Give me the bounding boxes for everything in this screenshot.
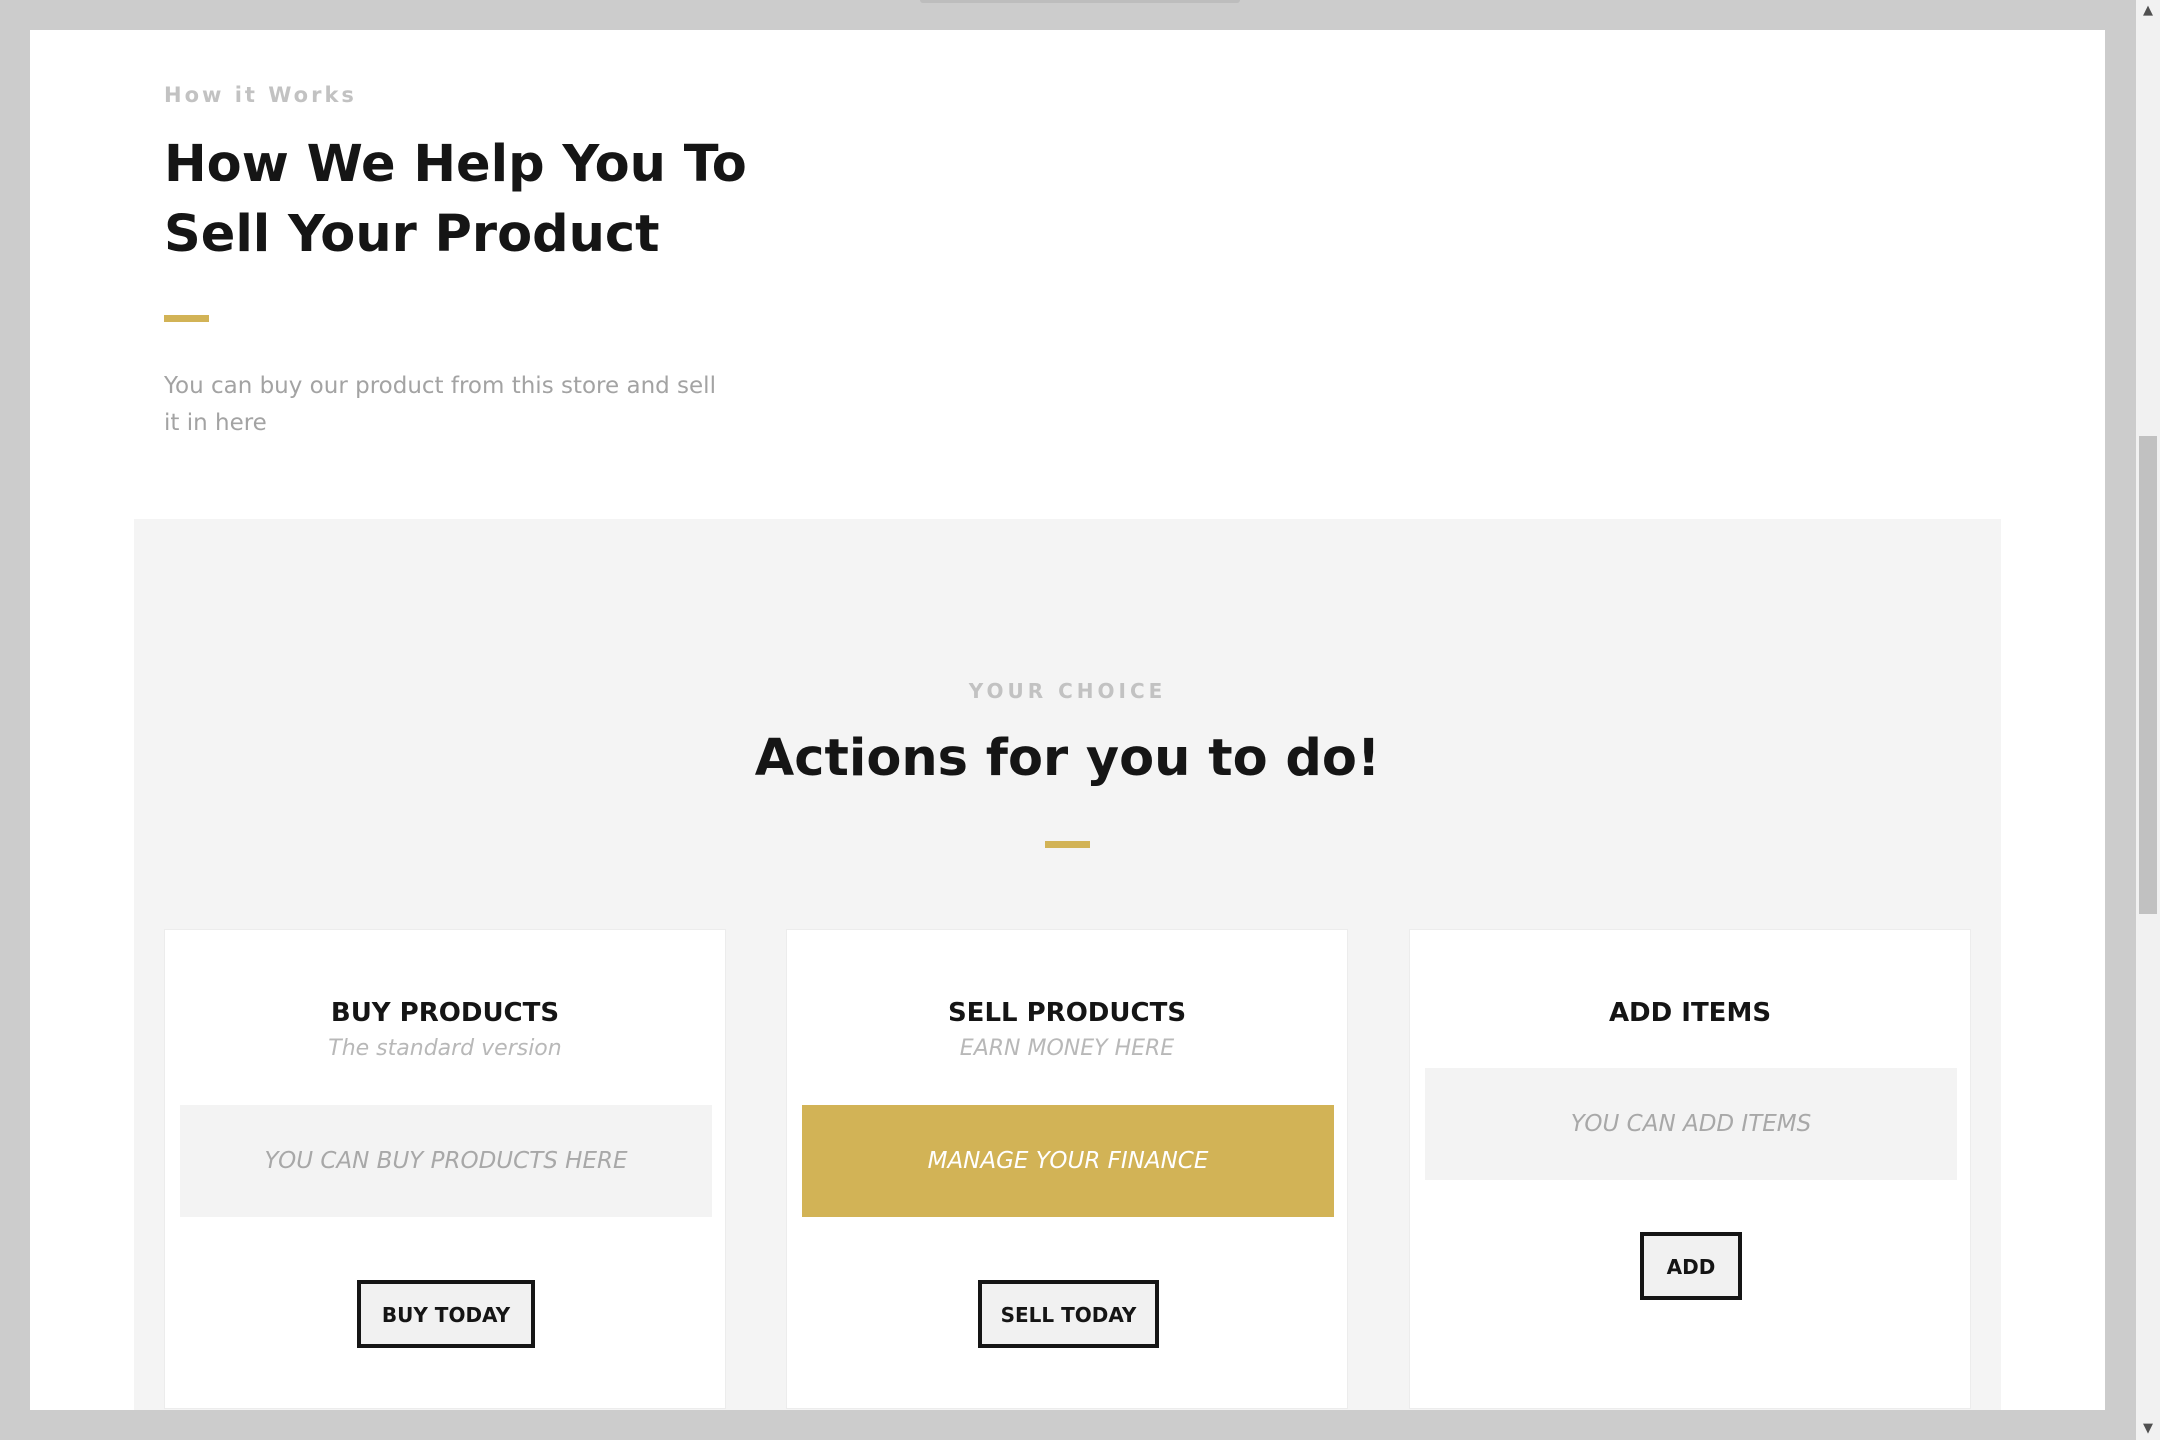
choice-eyebrow: YOUR CHOICE xyxy=(968,679,1167,703)
accent-divider xyxy=(164,315,209,322)
vertical-scrollbar[interactable]: ▲ ▼ xyxy=(2136,0,2160,1440)
card-buy-products: BUY PRODUCTS The standard version YOU CA… xyxy=(164,929,726,1409)
title-line-1: How We Help You To xyxy=(164,135,747,194)
card-info-band: YOU CAN BUY PRODUCTS HERE xyxy=(180,1105,712,1217)
card-info-band-highlighted: MANAGE YOUR FINANCE xyxy=(802,1105,1334,1217)
card-sell-products: SELL PRODUCTS EARN MONEY HERE MANAGE YOU… xyxy=(786,929,1348,1409)
card-add-items: ADD ITEMS YOU CAN ADD ITEMS ADD xyxy=(1409,929,1971,1409)
how-it-works-description: You can buy our product from this store … xyxy=(164,373,716,436)
page-content: How it Works How We Help You To Sell You… xyxy=(30,30,2105,1410)
card-title: ADD ITEMS xyxy=(1608,998,1772,1028)
scroll-down-arrow-icon[interactable]: ▼ xyxy=(2136,1418,2160,1440)
choice-title: Actions for you to do! xyxy=(754,729,1381,788)
card-info-band: YOU CAN ADD ITEMS xyxy=(1425,1068,1957,1180)
card-subtitle: The standard version xyxy=(328,1036,562,1061)
title-line-2: Sell Your Product xyxy=(164,205,660,264)
choice-section: YOUR CHOICE Actions for you to do! BUY P… xyxy=(134,519,2001,1410)
how-it-works-title: How We Help You To Sell Your Product xyxy=(164,130,804,270)
card-title: BUY PRODUCTS xyxy=(330,998,560,1028)
buy-today-button[interactable]: BUY TODAY xyxy=(357,1280,535,1348)
card-subtitle: EARN MONEY HERE xyxy=(959,1036,1175,1061)
window-top-tab xyxy=(920,0,1240,3)
scrollbar-thumb[interactable] xyxy=(2139,436,2157,914)
sell-today-button[interactable]: SELL TODAY xyxy=(978,1280,1159,1348)
card-title: SELL PRODUCTS xyxy=(947,998,1187,1028)
scroll-up-arrow-icon[interactable]: ▲ xyxy=(2136,0,2160,22)
how-it-works-eyebrow: How it Works xyxy=(164,83,357,107)
accent-divider xyxy=(1045,841,1090,848)
add-button[interactable]: ADD xyxy=(1640,1232,1742,1300)
